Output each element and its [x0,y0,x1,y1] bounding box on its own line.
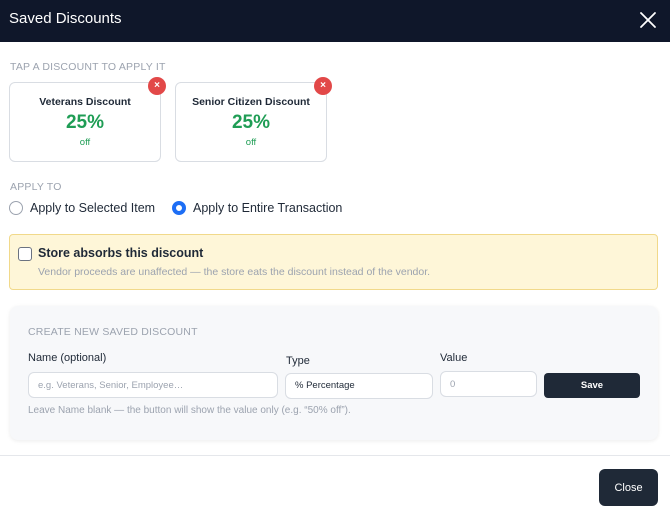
discount-card-veterans[interactable]: Veterans Discount 25% off × [9,77,166,162]
create-heading: CREATE NEW SAVED DISCOUNT [28,326,198,338]
radio-apply-selected-item[interactable]: Apply to Selected Item [9,201,155,215]
create-discount-panel: CREATE NEW SAVED DISCOUNT Name (optional… [10,306,658,440]
name-field-label: Name (optional) [28,352,107,364]
discount-card-senior[interactable]: Senior Citizen Discount 25% off × [175,77,332,162]
value-field-label: Value [440,352,468,364]
discount-name: Veterans Discount [39,96,131,108]
radio-label: Apply to Entire Transaction [193,201,343,215]
store-absorbs-panel: Store absorbs this discount Vendor proce… [9,234,658,290]
remove-discount-icon[interactable]: × [148,77,166,95]
discount-suffix: off [79,137,91,148]
discount-value: 25% [231,112,271,133]
remove-discount-icon[interactable]: × [314,77,332,95]
radio-apply-entire-transaction[interactable]: Apply to Entire Transaction [172,201,342,215]
modal-header: Saved Discounts [0,0,670,42]
radio-label: Apply to Selected Item [30,201,156,215]
store-absorbs-description: Vendor proceeds are unaffected — the sto… [38,266,431,278]
close-icon[interactable] [637,9,659,31]
value-input[interactable] [440,371,537,397]
store-absorbs-checkbox[interactable] [18,247,32,261]
discount-name: Senior Citizen Discount [192,96,310,108]
save-button[interactable]: Save [544,373,640,398]
apply-to-label: APPLY TO [10,181,62,193]
name-input[interactable] [28,372,278,398]
modal-title: Saved Discounts [9,10,122,27]
type-field-label: Type [286,355,310,367]
radio-unchecked-icon[interactable] [9,201,23,215]
type-select[interactable]: % Percentage [285,373,433,399]
tap-hint-label: TAP A DISCOUNT TO APPLY IT [10,61,166,73]
name-hint: Leave Name blank — the button will show … [28,405,351,416]
close-button[interactable]: Close [599,469,658,506]
discount-suffix: off [245,137,257,148]
radio-checked-icon[interactable] [172,201,186,215]
discount-value: 25% [65,112,105,133]
footer-divider [0,455,670,456]
store-absorbs-title: Store absorbs this discount [38,246,204,260]
